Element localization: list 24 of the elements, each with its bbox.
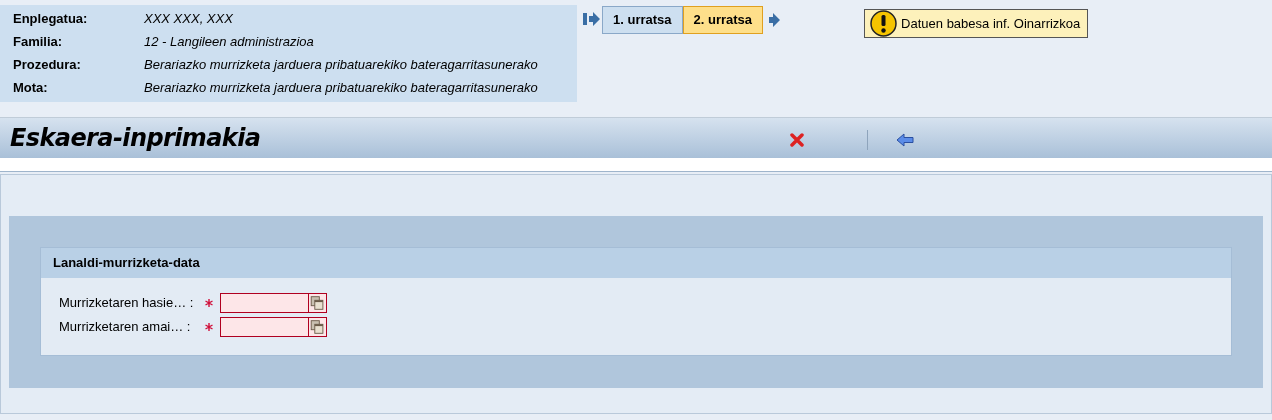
- info-value: Berariazko murrizketa jarduera pribatuarekiko bateragarritasunerako: [144, 79, 538, 97]
- date-input-field[interactable]: [220, 292, 309, 313]
- info-label: Mota:: [13, 79, 49, 97]
- back-arrow-icon[interactable]: [896, 133, 914, 147]
- page-title: Eskaera-inprimakia: [10, 123, 261, 154]
- step-tab[interactable]: 2. urratsa: [682, 6, 764, 34]
- info-value: XXX XXX, XXX: [144, 10, 233, 28]
- calendar-icon[interactable]: [309, 316, 327, 337]
- date-input-field[interactable]: [220, 316, 309, 337]
- info-label: Enplegatua:: [13, 10, 89, 28]
- field-label: Murrizketaren amai… :: [59, 317, 192, 336]
- step-start-arrow-icon: [583, 12, 600, 26]
- step-tab[interactable]: 1. urratsa: [602, 6, 683, 34]
- info-value: Berariazko murrizketa jarduera pribatuarekiko bateragarritasunerako: [144, 56, 538, 74]
- section-title: Lanaldi-murrizketa-data: [53, 254, 200, 273]
- field-label: Murrizketaren hasie… :: [59, 293, 195, 312]
- close-icon[interactable]: [790, 133, 804, 147]
- warning-icon: [870, 10, 898, 37]
- info-label: Familia:: [13, 33, 64, 51]
- info-label: Prozedura:: [13, 56, 82, 74]
- data-protection-button[interactable]: Datuen babesa inf. Oinarrizkoa: [864, 9, 1089, 38]
- step-arrow-icon: [769, 13, 781, 27]
- info-value: 12 - Langileen administrazioa: [144, 33, 314, 51]
- calendar-icon[interactable]: [309, 292, 327, 313]
